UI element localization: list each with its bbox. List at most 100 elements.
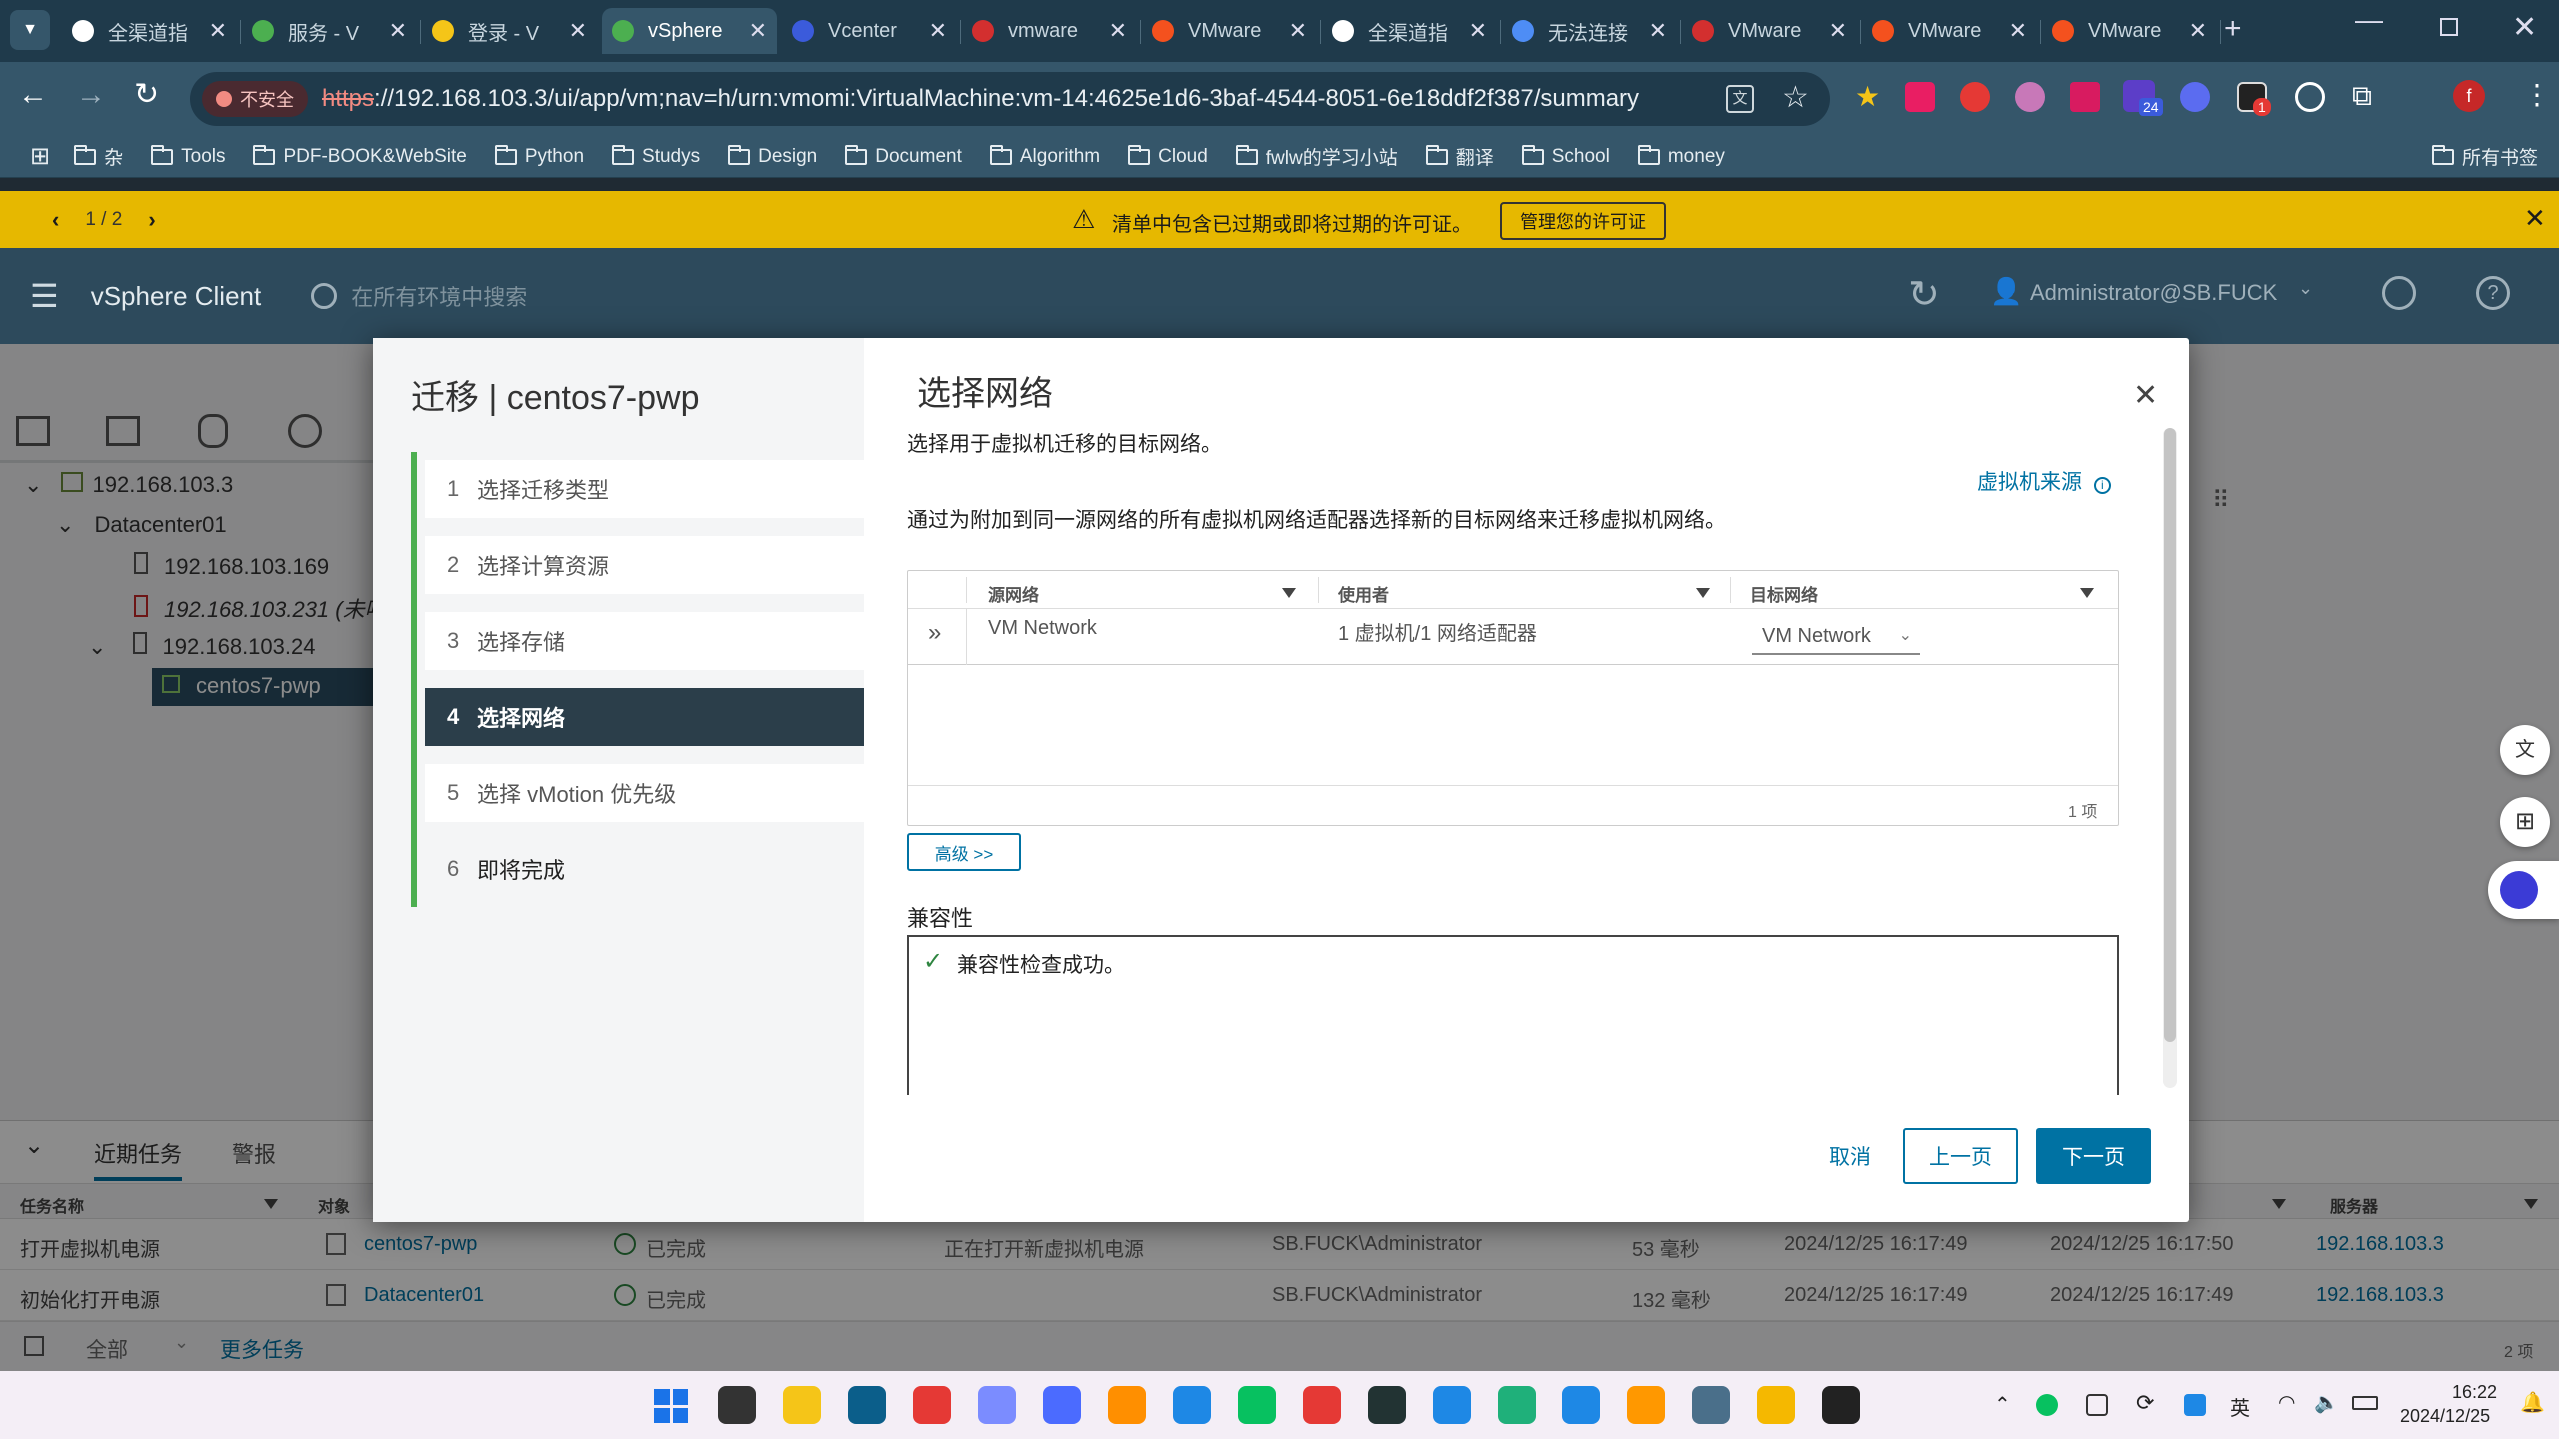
tab-close-icon[interactable]: ✕ (209, 18, 227, 44)
wizard-step-5[interactable]: 5 选择 vMotion 优先级 (425, 764, 864, 822)
help-icon[interactable]: ? (2476, 276, 2510, 310)
browser-tab[interactable]: 服务 - V ✕ (242, 8, 417, 54)
extension-robot-icon[interactable] (2180, 82, 2210, 112)
filter-icon[interactable] (1696, 585, 1710, 603)
floating-translate-button[interactable]: 文 (2500, 725, 2550, 775)
advanced-button[interactable]: 高级 >> (907, 833, 1021, 871)
tab-search-button[interactable]: ▼ (10, 10, 50, 50)
browser-tab[interactable]: VMware ✕ (1682, 8, 1857, 54)
bookmark-item[interactable]: PDF-BOOK&WebSite (253, 144, 467, 168)
notification-bell-icon[interactable]: 🔔 (2520, 1390, 2545, 1415)
start-button[interactable] (654, 1389, 688, 1423)
global-search-input[interactable]: 在所有环境中搜索 (351, 280, 527, 312)
forward-arrow-icon[interactable]: → (76, 78, 106, 112)
bookmark-item[interactable]: Cloud (1128, 144, 1208, 168)
restore-button[interactable] (2440, 18, 2458, 36)
all-bookmarks[interactable]: 所有书签 (2432, 143, 2538, 170)
browser-tab[interactable]: 无法连接 ✕ (1502, 8, 1677, 54)
wechat-icon[interactable] (1237, 1386, 1276, 1424)
tab-close-icon[interactable]: ✕ (1469, 18, 1487, 44)
browser-tab[interactable]: vmware ✕ (962, 8, 1137, 54)
manage-license-button[interactable]: 管理您的许可证 (1500, 202, 1666, 240)
bookmark-item[interactable]: School (1521, 144, 1610, 168)
tab-close-icon[interactable]: ✕ (2009, 18, 2027, 44)
tray-wechat-icon[interactable] (2036, 1394, 2058, 1416)
battery-icon[interactable] (2352, 1396, 2378, 1410)
apps-grid-icon[interactable]: ⊞ (30, 142, 50, 171)
wizard-step-2[interactable]: 2 选择计算资源 (425, 536, 864, 594)
menu-dots-icon[interactable]: ⋮ (2523, 78, 2551, 111)
browser-tab[interactable]: Vcenter ✕ (782, 8, 957, 54)
extension-red-icon[interactable] (2070, 82, 2100, 112)
vm-origin-link[interactable]: 虚拟机来源 i (1977, 466, 2111, 496)
browser-ball-icon[interactable] (782, 1386, 821, 1424)
browser-tab[interactable]: 全渠道指 ✕ (62, 8, 237, 54)
filter-icon[interactable] (1282, 585, 1296, 603)
back-arrow-icon[interactable]: ← (18, 78, 48, 112)
music-icon[interactable] (1302, 1386, 1341, 1424)
wifi-icon[interactable]: ◠ (2278, 1390, 2295, 1415)
translate-icon[interactable]: 文 (1726, 85, 1754, 113)
pager-next-icon[interactable]: › (148, 207, 155, 233)
profile-avatar[interactable]: f (2453, 80, 2485, 112)
tray-sync-icon[interactable]: ⟳ (2136, 1390, 2154, 1416)
new-tab-button[interactable]: + (2224, 12, 2242, 46)
tab-close-icon[interactable]: ✕ (1289, 18, 1307, 44)
typora-icon[interactable] (1822, 1386, 1861, 1424)
tab-close-icon[interactable]: ✕ (569, 18, 587, 44)
ime-indicator[interactable]: 英 (2230, 1392, 2250, 1421)
puzzle-icon[interactable]: ⧉ (2352, 80, 2372, 113)
wizard-step-3[interactable]: 3 选择存储 (425, 612, 864, 670)
bookmark-item[interactable]: Tools (151, 144, 225, 168)
file-explorer-icon[interactable] (718, 1386, 756, 1424)
tab-close-icon[interactable]: ✕ (389, 18, 407, 44)
tab-close-icon[interactable]: ✕ (1829, 18, 1847, 44)
extension-block-icon[interactable] (2295, 82, 2325, 112)
star-icon[interactable]: ☆ (1782, 80, 1809, 115)
bookmark-item[interactable]: Studys (612, 144, 700, 168)
bookmark-item[interactable]: fwlw的学习小站 (1235, 143, 1398, 170)
wizard-step-1[interactable]: 1 选择迁移类型 (425, 460, 864, 518)
steam-icon[interactable] (1367, 1386, 1406, 1424)
tab-close-icon[interactable]: ✕ (1109, 18, 1127, 44)
tray-app-icon[interactable] (2086, 1394, 2108, 1416)
pager-prev-icon[interactable]: ‹ (52, 207, 59, 233)
minimize-button[interactable]: — (2355, 4, 2383, 36)
bookmark-item[interactable]: Document (845, 144, 962, 168)
cancel-button[interactable]: 取消 (1797, 1128, 1903, 1184)
chrome-icon[interactable] (912, 1386, 951, 1424)
browser-tab[interactable]: VMware ✕ (2042, 8, 2217, 54)
bookmark-item[interactable]: Design (728, 144, 817, 168)
monitor-icon[interactable] (1692, 1386, 1731, 1424)
tab-close-icon[interactable]: ✕ (1649, 18, 1667, 44)
bookmark-item[interactable]: Python (494, 144, 584, 168)
tab-close-icon[interactable]: ✕ (929, 18, 947, 44)
target-network-select[interactable]: VM Network ⌄ (1752, 625, 1920, 655)
scrollbar-thumb[interactable] (2164, 428, 2176, 1042)
refresh-icon[interactable]: ↻ (1908, 272, 1940, 317)
tray-shield-icon[interactable] (2184, 1394, 2206, 1416)
volume-icon[interactable]: 🔈 (2314, 1390, 2339, 1415)
floating-apps-button[interactable]: ⊞ (2500, 797, 2550, 847)
wizard-step-6[interactable]: 6 即将完成 (425, 840, 864, 898)
extension-hand-icon[interactable] (1960, 82, 1990, 112)
tab-close-icon[interactable]: ✕ (749, 18, 767, 44)
close-window-button[interactable]: ✕ (2512, 10, 2537, 45)
search-icon[interactable] (311, 283, 338, 309)
bookmark-item[interactable]: Algorithm (989, 144, 1100, 168)
bookmark-item[interactable]: 翻译 (1425, 143, 1494, 170)
puzzle-app-icon[interactable] (1172, 1386, 1211, 1424)
clock-time[interactable]: 16:22 (2452, 1382, 2497, 1403)
extension-ball-icon[interactable] (2015, 82, 2045, 112)
chat-bubble-icon[interactable] (977, 1386, 1016, 1424)
extension-translate-icon[interactable] (1905, 82, 1935, 112)
tray-chevron-icon[interactable]: ⌃ (1994, 1392, 2011, 1417)
edge-icon[interactable] (1562, 1386, 1601, 1424)
next-button[interactable]: 下一页 (2036, 1128, 2151, 1184)
floating-assistant-button[interactable] (2488, 861, 2559, 919)
clock-date[interactable]: 2024/12/25 (2400, 1406, 2490, 1427)
tab-close-icon[interactable]: ✕ (2189, 18, 2207, 44)
browser-tab[interactable]: VMware ✕ (1862, 8, 2037, 54)
bookmark-item[interactable]: 杂 (74, 143, 123, 170)
wizard-step-4[interactable]: 4 选择网络 (425, 688, 864, 746)
